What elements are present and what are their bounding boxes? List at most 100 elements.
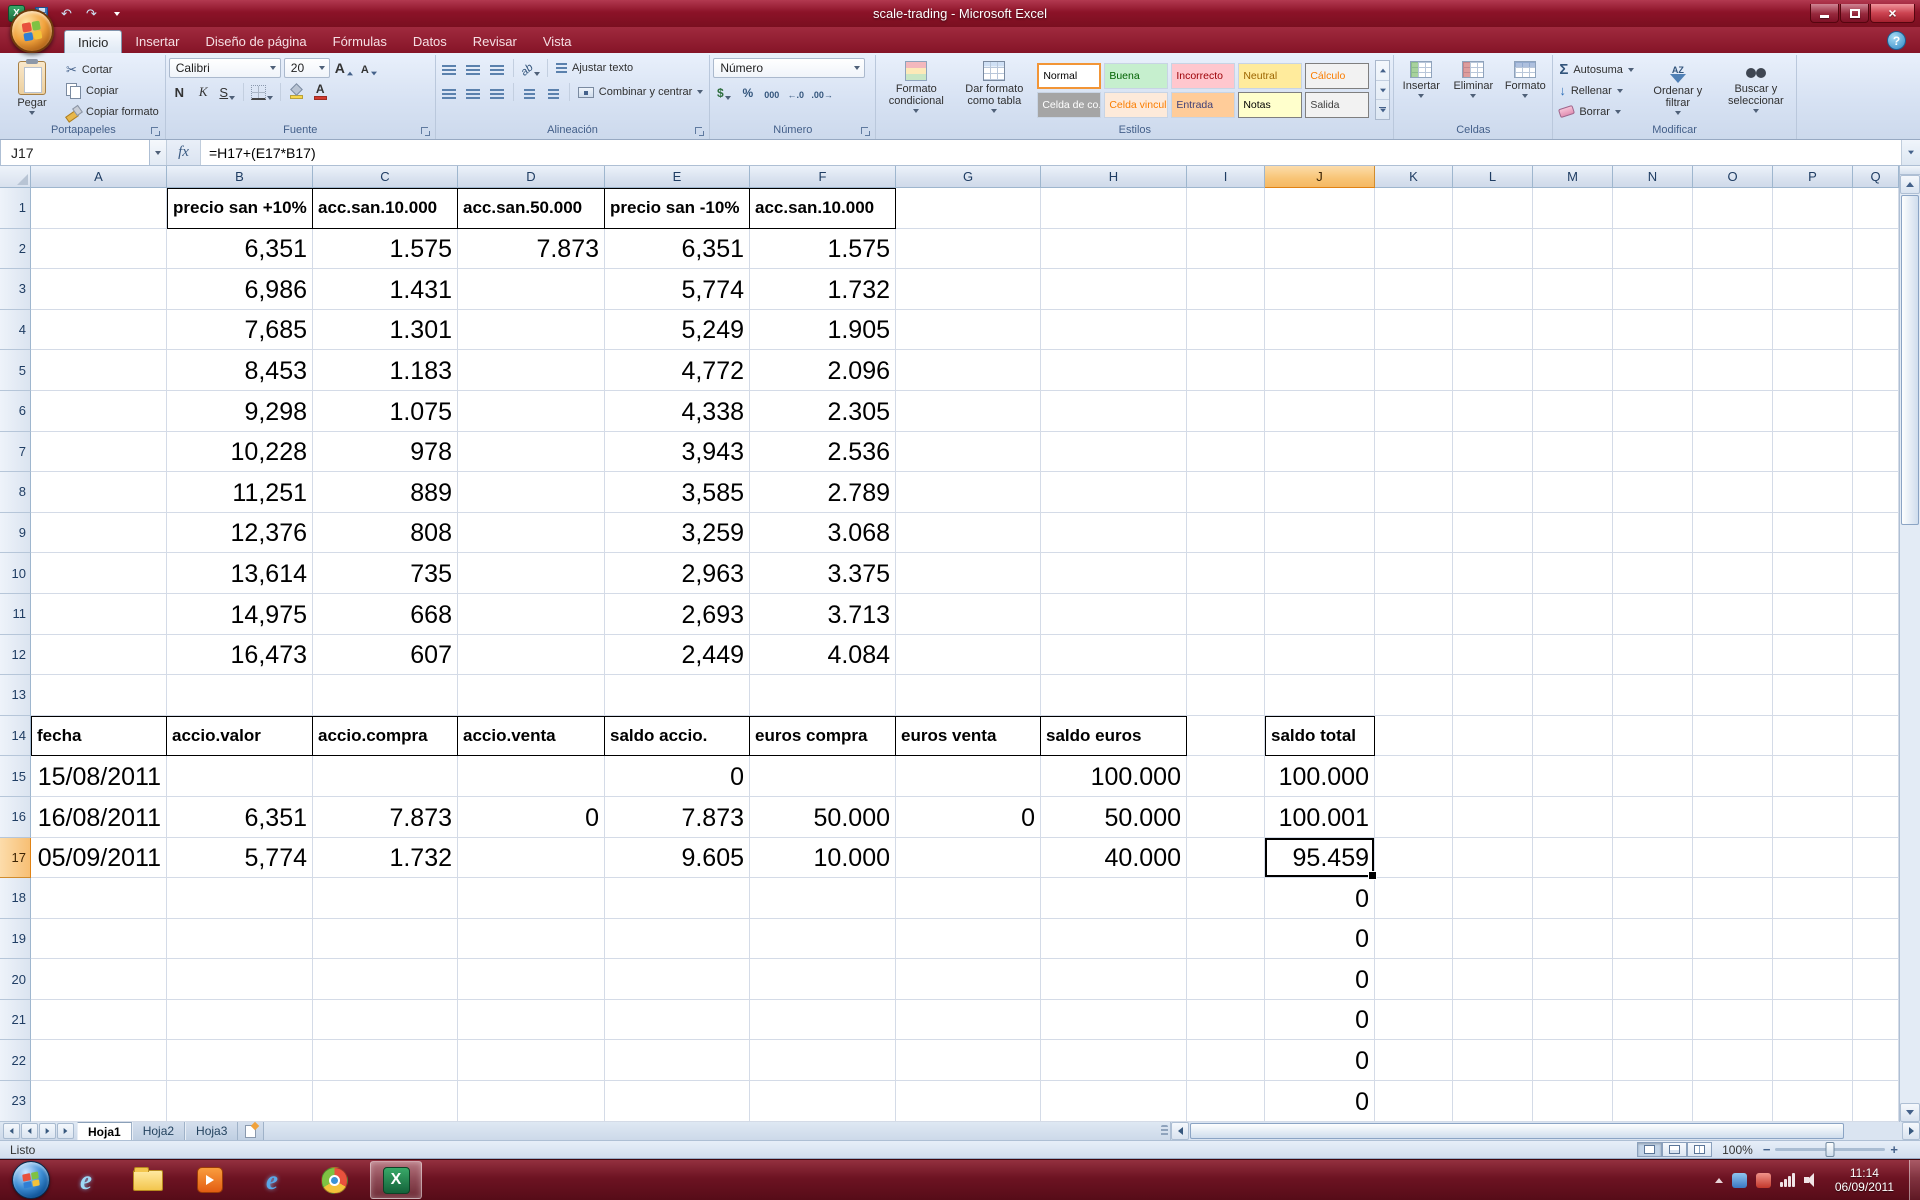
cell-F21[interactable] [750,1000,896,1041]
cell-Q6[interactable] [1853,391,1899,432]
number-format-select[interactable]: Número [713,58,865,78]
cell-P3[interactable] [1773,269,1853,310]
cell-L9[interactable] [1453,513,1533,554]
cell-F11[interactable]: 3.713 [750,594,896,635]
cell-J10[interactable] [1265,553,1375,594]
align-left-button[interactable] [439,82,460,102]
cell-H4[interactable] [1041,310,1187,351]
cell-A3[interactable] [31,269,167,310]
cell-I9[interactable] [1187,513,1265,554]
select-all-button[interactable] [0,166,31,188]
cell-O10[interactable] [1693,553,1773,594]
cell-H7[interactable] [1041,432,1187,473]
cell-style-neutral[interactable]: Neutral [1238,63,1302,89]
cell-style-salida[interactable]: Salida [1305,92,1369,118]
cell-Q18[interactable] [1853,878,1899,919]
cell-D12[interactable] [458,635,605,676]
office-button[interactable] [10,9,54,53]
comma-format-button[interactable]: 000 [761,82,782,102]
cell-I10[interactable] [1187,553,1265,594]
cell-I7[interactable] [1187,432,1265,473]
cell-O15[interactable] [1693,756,1773,797]
cell-O23[interactable] [1693,1081,1773,1122]
cell-B21[interactable] [167,1000,313,1041]
cell-J5[interactable] [1265,350,1375,391]
cell-Q16[interactable] [1853,797,1899,838]
cell-M6[interactable] [1533,391,1613,432]
cell-L12[interactable] [1453,635,1533,676]
cell-F16[interactable]: 50.000 [750,797,896,838]
cell-J16[interactable]: 100.001 [1265,797,1375,838]
row-header-3[interactable]: 3 [0,269,31,310]
row-header-7[interactable]: 7 [0,432,31,473]
increase-indent-button[interactable] [543,82,564,102]
cell-K20[interactable] [1375,959,1453,1000]
cell-L10[interactable] [1453,553,1533,594]
cell-F2[interactable]: 1.575 [750,229,896,270]
cell-B18[interactable] [167,878,313,919]
cell-J4[interactable] [1265,310,1375,351]
cell-F22[interactable] [750,1040,896,1081]
cell-E13[interactable] [605,675,750,716]
cell-O1[interactable] [1693,188,1773,229]
cell-C14[interactable]: accio.compra [313,716,458,757]
cell-Q12[interactable] [1853,635,1899,676]
cell-H9[interactable] [1041,513,1187,554]
cell-M15[interactable] [1533,756,1613,797]
cell-K18[interactable] [1375,878,1453,919]
cell-O17[interactable] [1693,838,1773,879]
cell-K3[interactable] [1375,269,1453,310]
gallery-more-button[interactable] [1376,100,1389,119]
cell-M17[interactable] [1533,838,1613,879]
cell-N16[interactable] [1613,797,1693,838]
cell-P11[interactable] [1773,594,1853,635]
cell-O16[interactable] [1693,797,1773,838]
scroll-down-button[interactable] [1900,1103,1920,1122]
column-header-h[interactable]: H [1041,166,1187,188]
network-icon[interactable] [1780,1173,1795,1187]
cell-C4[interactable]: 1.301 [313,310,458,351]
cell-E4[interactable]: 5,249 [605,310,750,351]
cell-I8[interactable] [1187,472,1265,513]
cell-N2[interactable] [1613,229,1693,270]
cell-M18[interactable] [1533,878,1613,919]
borders-button[interactable] [249,82,275,102]
merge-center-button[interactable]: Combinar y centrar [575,84,707,101]
cell-C18[interactable] [313,878,458,919]
column-header-c[interactable]: C [313,166,458,188]
row-header-23[interactable]: 23 [0,1081,31,1122]
cell-J8[interactable] [1265,472,1375,513]
cell-H20[interactable] [1041,959,1187,1000]
increase-decimals-button[interactable]: ←.0 [785,82,806,102]
column-header-b[interactable]: B [167,166,313,188]
cell-J22[interactable]: 0 [1265,1040,1375,1081]
decrease-indent-button[interactable] [519,82,540,102]
cell-J18[interactable]: 0 [1265,878,1375,919]
cell-M23[interactable] [1533,1081,1613,1122]
cell-E14[interactable]: saldo accio. [605,716,750,757]
last-sheet-button[interactable] [57,1123,74,1139]
fill-color-button[interactable] [286,82,307,102]
cell-K17[interactable] [1375,838,1453,879]
cell-B7[interactable]: 10,228 [167,432,313,473]
cell-K10[interactable] [1375,553,1453,594]
cell-O5[interactable] [1693,350,1773,391]
cell-J9[interactable] [1265,513,1375,554]
v-scrollbar-thumb[interactable] [1901,195,1919,525]
paste-button[interactable]: Pegar [5,56,59,124]
cell-L2[interactable] [1453,229,1533,270]
cell-E6[interactable]: 4,338 [605,391,750,432]
cell-N23[interactable] [1613,1081,1693,1122]
cell-O9[interactable] [1693,513,1773,554]
cell-E9[interactable]: 3,259 [605,513,750,554]
cell-C6[interactable]: 1.075 [313,391,458,432]
cell-I22[interactable] [1187,1040,1265,1081]
cell-G15[interactable] [896,756,1041,797]
cell-N10[interactable] [1613,553,1693,594]
cell-A4[interactable] [31,310,167,351]
cell-Q7[interactable] [1853,432,1899,473]
cell-style-entrada[interactable]: Entrada [1171,92,1235,118]
cell-A5[interactable] [31,350,167,391]
cell-E11[interactable]: 2,693 [605,594,750,635]
cell-K12[interactable] [1375,635,1453,676]
